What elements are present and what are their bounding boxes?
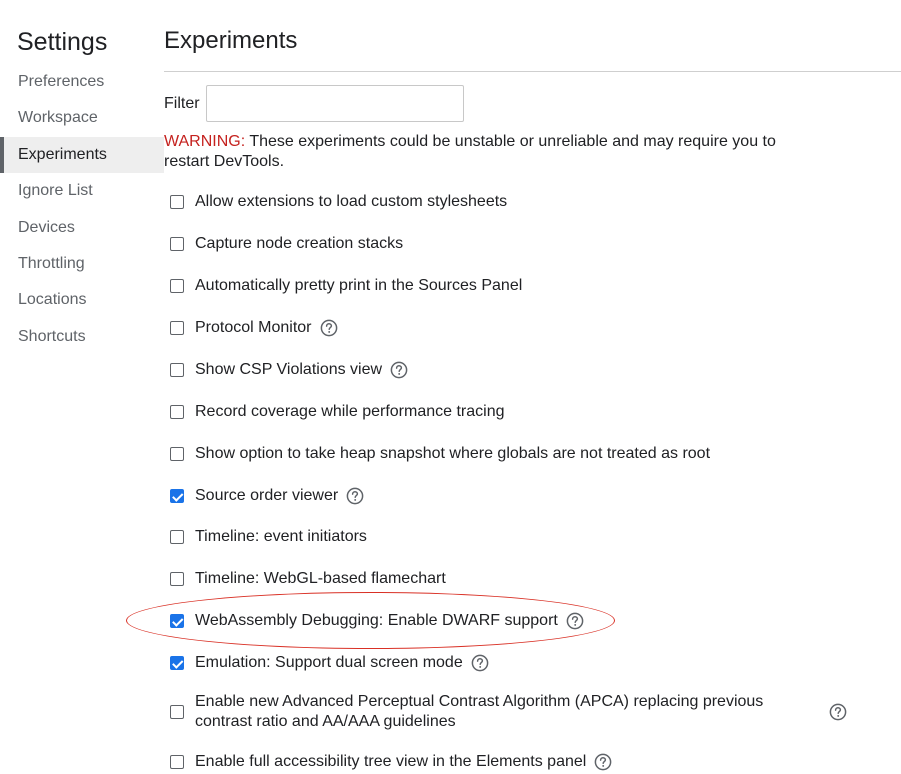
experiment-checkbox[interactable] [170, 321, 184, 335]
filter-label: Filter [164, 95, 200, 112]
experiment-row: Show option to take heap snapshot where … [170, 444, 710, 464]
help-circle-icon[interactable] [346, 487, 364, 505]
experiment-checkbox[interactable] [170, 572, 184, 586]
help-circle-icon[interactable] [390, 361, 408, 379]
help-circle-icon[interactable] [471, 654, 489, 672]
experiment-checkbox[interactable] [170, 447, 184, 461]
experiment-row: Timeline: event initiators [170, 527, 367, 547]
sidebar-item-throttling[interactable]: Throttling [0, 246, 164, 282]
experiment-label: Allow extensions to load custom styleshe… [195, 193, 508, 210]
experiment-row: Enable full accessibility tree view in t… [170, 752, 612, 772]
experiment-label: Source order viewer [195, 487, 339, 504]
page-title: Experiments [164, 27, 298, 54]
filter-input[interactable] [206, 85, 464, 122]
sidebar-item-locations[interactable]: Locations [0, 282, 164, 318]
experiment-row: Automatically pretty print in the Source… [170, 276, 522, 296]
experiment-checkbox[interactable] [170, 489, 184, 503]
warning-message: WARNING: These experiments could be unst… [164, 132, 814, 172]
experiment-label: Automatically pretty print in the Source… [195, 277, 523, 294]
experiment-checkbox[interactable] [170, 237, 184, 251]
sidebar-item-devices[interactable]: Devices [0, 210, 164, 246]
experiment-label: WebAssembly Debugging: Enable DWARF supp… [195, 612, 558, 629]
experiment-row: WebAssembly Debugging: Enable DWARF supp… [170, 611, 584, 631]
experiment-label: Show option to take heap snapshot where … [195, 445, 711, 462]
warning-text: These experiments could be unstable or u… [164, 133, 776, 170]
settings-title: Settings [17, 28, 108, 56]
experiment-row: Source order viewer [170, 486, 364, 506]
experiment-checkbox[interactable] [170, 755, 184, 769]
devtools-settings: Settings Preferences Workspace Experimen… [0, 0, 901, 774]
warning-label: WARNING: [164, 133, 246, 150]
help-circle-icon[interactable] [594, 753, 612, 771]
experiment-label: Timeline: WebGL-based flamechart [195, 570, 446, 587]
experiment-label: Record coverage while performance tracin… [195, 403, 505, 420]
experiment-row: Protocol Monitor [170, 318, 338, 338]
sidebar-item-workspace[interactable]: Workspace [0, 100, 164, 136]
sidebar-item-experiments[interactable]: Experiments [0, 136, 164, 174]
experiment-row: Record coverage while performance tracin… [170, 402, 504, 422]
experiment-checkbox[interactable] [170, 614, 184, 628]
experiment-label: Protocol Monitor [195, 319, 312, 336]
experiment-checkbox[interactable] [170, 195, 184, 209]
sidebar-item-preferences[interactable]: Preferences [0, 64, 164, 100]
sidebar-item-shortcuts[interactable]: Shortcuts [0, 319, 164, 355]
experiment-label: Capture node creation stacks [195, 235, 404, 252]
experiment-checkbox[interactable] [170, 405, 184, 419]
experiment-checkbox[interactable] [170, 530, 184, 544]
settings-nav: Preferences Workspace Experiments Ignore… [0, 64, 164, 355]
experiment-label: Show CSP Violations view [195, 361, 383, 378]
experiment-checkbox[interactable] [170, 279, 184, 293]
experiment-checkbox[interactable] [170, 656, 184, 670]
title-divider [164, 71, 901, 72]
experiment-checkbox[interactable] [170, 363, 184, 377]
experiment-label: Emulation: Support dual screen mode [195, 654, 463, 671]
experiment-label: Timeline: event initiators [195, 528, 367, 545]
help-circle-icon[interactable] [320, 319, 338, 337]
experiment-row: Show CSP Violations view [170, 360, 408, 380]
experiment-label: Enable full accessibility tree view in t… [195, 753, 587, 770]
sidebar-item-ignore-list[interactable]: Ignore List [0, 173, 164, 209]
help-circle-icon[interactable] [566, 612, 584, 630]
experiment-row: Enable new Advanced Perceptual Contrast … [170, 692, 847, 732]
experiment-checkbox[interactable] [170, 705, 184, 719]
experiments-panel: Experiments Filter WARNING: These experi… [164, 0, 901, 774]
experiment-label: Enable new Advanced Perceptual Contrast … [195, 693, 764, 730]
experiment-row: Capture node creation stacks [170, 234, 403, 254]
help-circle-icon[interactable] [829, 703, 847, 721]
experiment-row: Allow extensions to load custom styleshe… [170, 192, 507, 212]
settings-sidebar: Settings Preferences Workspace Experimen… [0, 0, 164, 774]
experiment-row: Emulation: Support dual screen mode [170, 653, 489, 673]
experiment-row: Timeline: WebGL-based flamechart [170, 569, 446, 589]
